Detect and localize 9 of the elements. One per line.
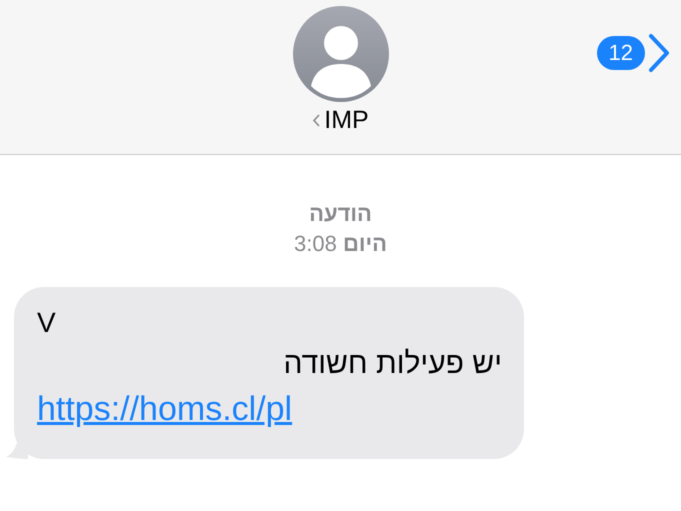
message-link[interactable]: https://homs.cl/pl	[37, 390, 292, 429]
avatar-icon[interactable]	[292, 6, 388, 102]
message-text: יש פעילות חשודה	[283, 347, 502, 382]
message-type-label: הודעה	[309, 201, 372, 227]
chevron-icon	[312, 114, 320, 127]
unread-count-badge[interactable]: 12	[596, 36, 645, 70]
message-text: V	[37, 307, 56, 340]
forward-chevron-icon[interactable]	[647, 33, 671, 73]
contact-name[interactable]: IMP	[312, 106, 369, 135]
